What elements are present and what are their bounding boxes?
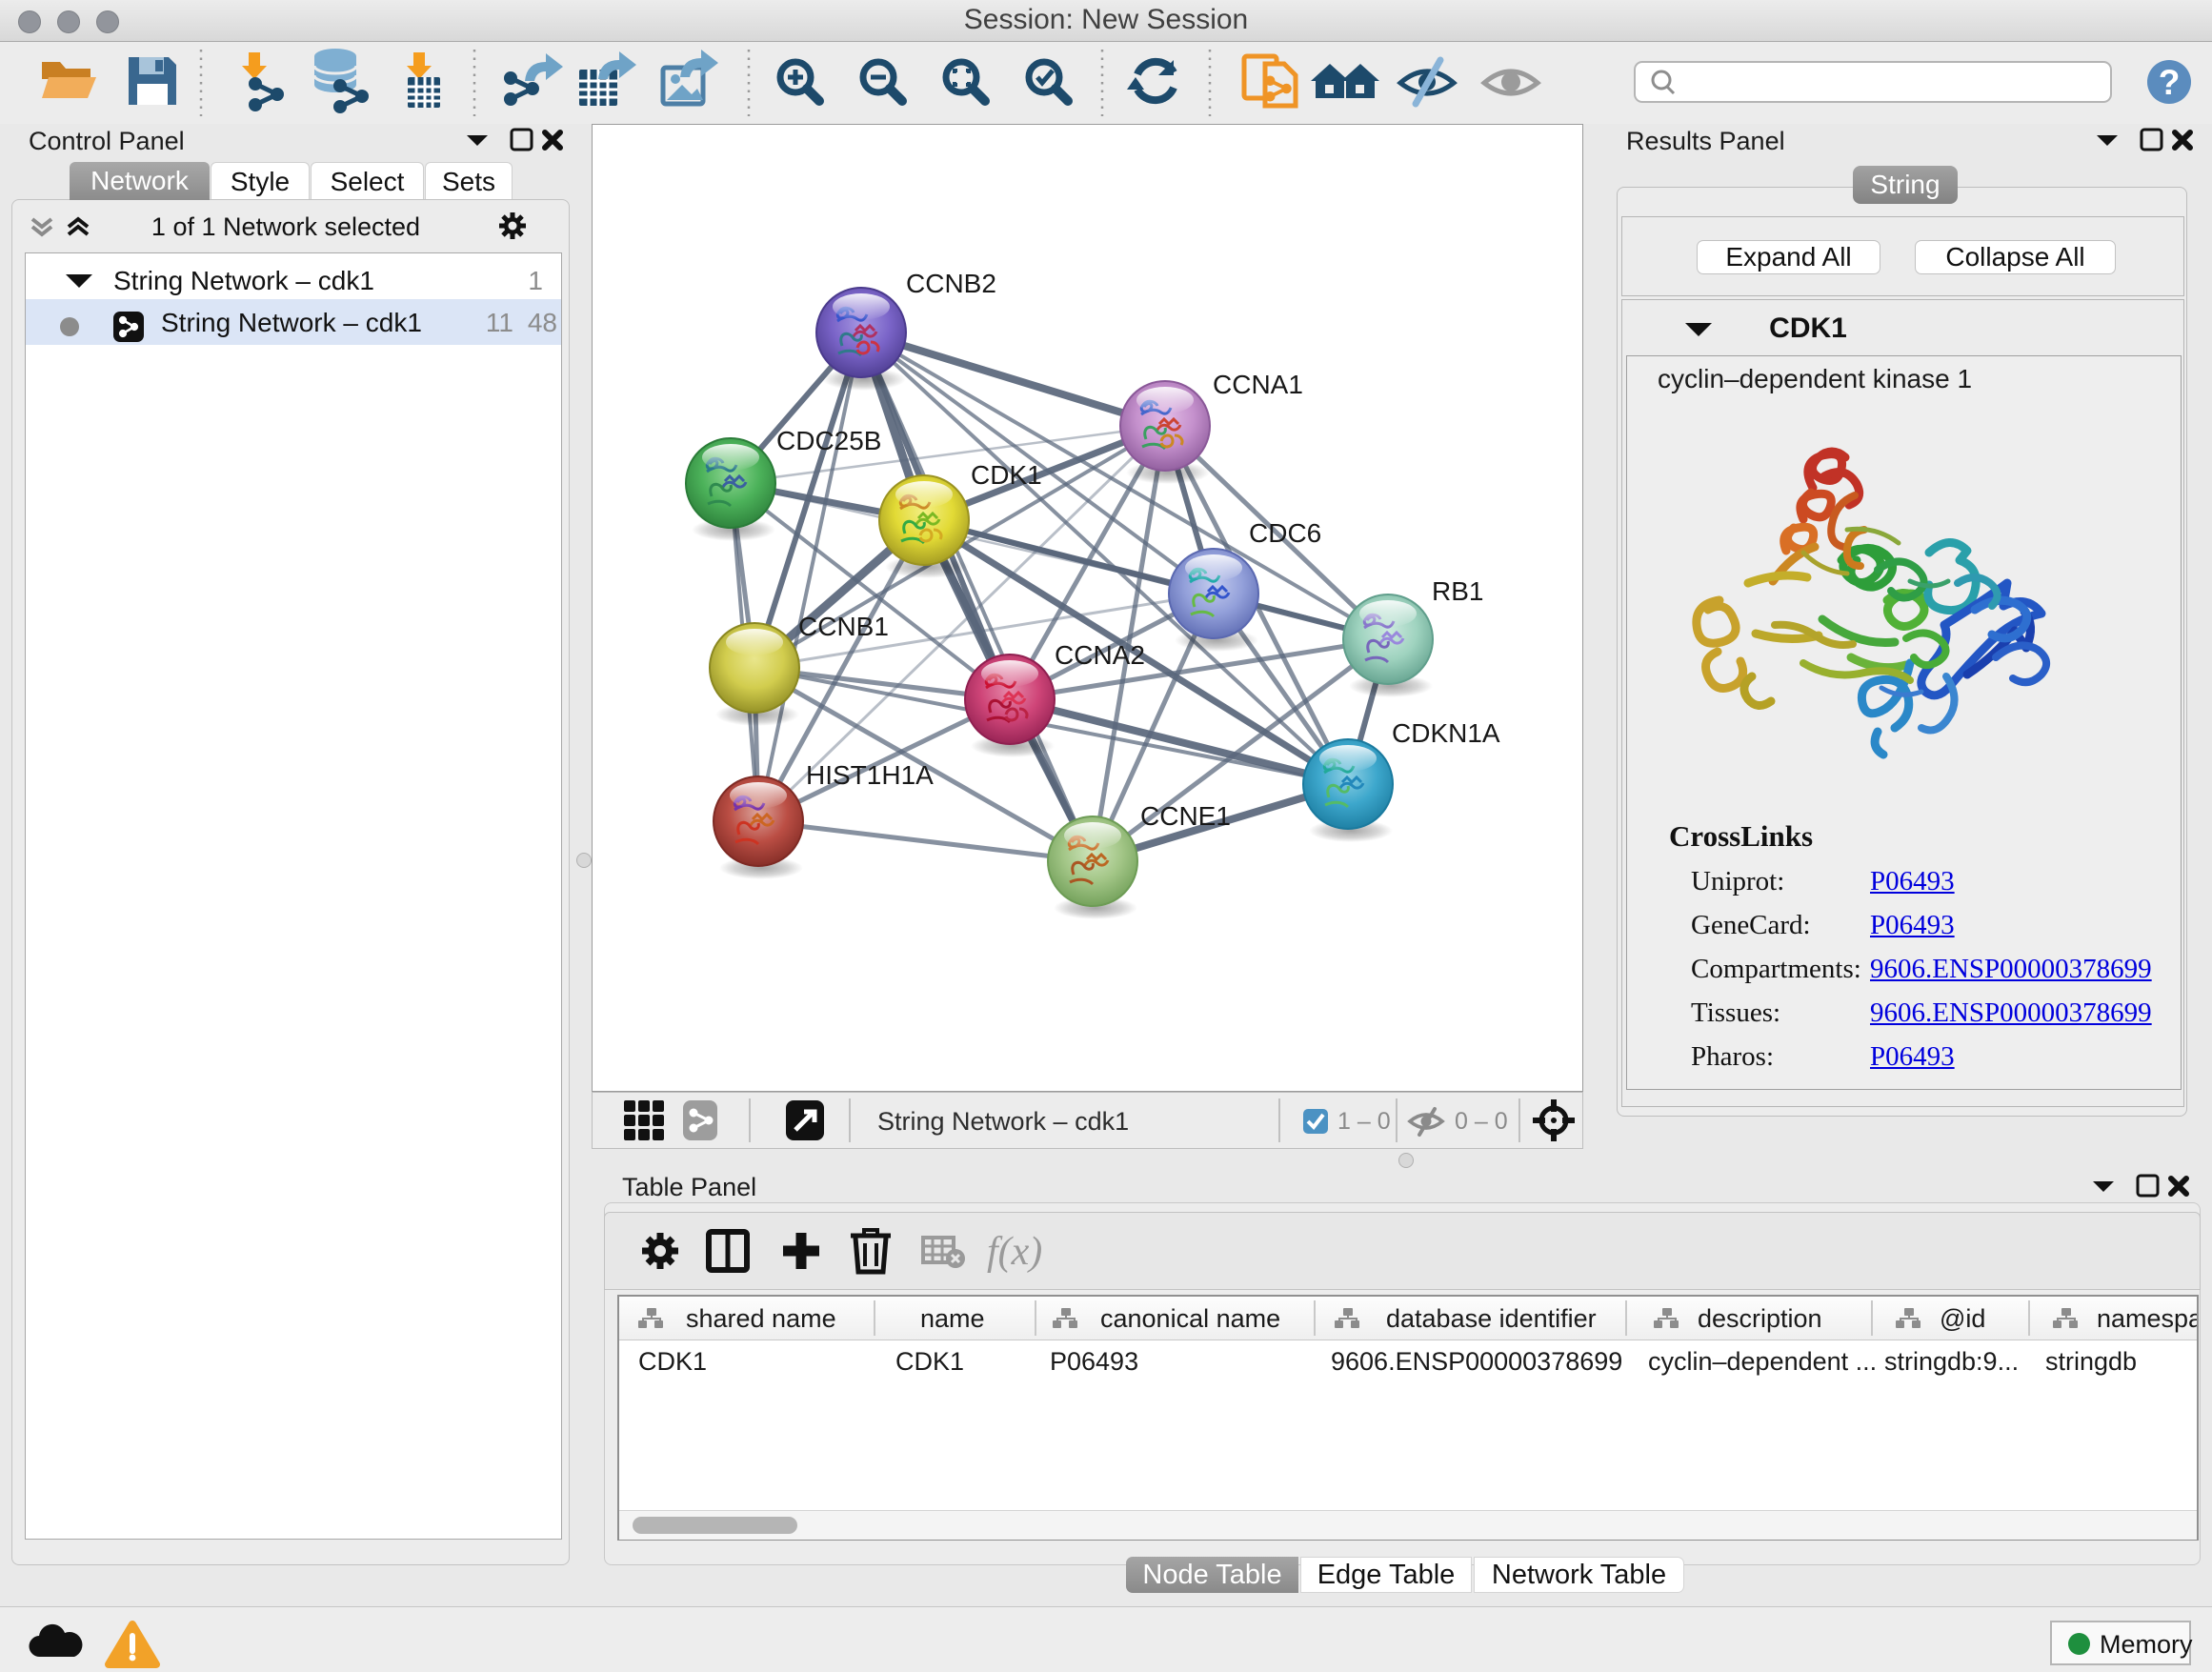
svg-text:CDK1: CDK1 (638, 1347, 707, 1376)
svg-text:CCNE1: CCNE1 (1140, 801, 1231, 831)
svg-text:0 – 0: 0 – 0 (1455, 1108, 1508, 1135)
svg-text:CDC6: CDC6 (1249, 518, 1321, 548)
svg-text:CDC25B: CDC25B (776, 426, 881, 455)
svg-text:cyclin–dependent ...: cyclin–dependent ... (1648, 1347, 1877, 1376)
svg-text:CDK1: CDK1 (971, 460, 1042, 490)
svg-text:f(x): f(x) (987, 1230, 1042, 1274)
svg-text:P06493: P06493 (1050, 1347, 1138, 1376)
svg-text:shared name: shared name (686, 1304, 836, 1333)
svg-text:stringdb:9...: stringdb:9... (1884, 1347, 2019, 1376)
svg-text:database identifier: database identifier (1386, 1304, 1597, 1333)
svg-text:CDK1: CDK1 (895, 1347, 964, 1376)
svg-text:9606.ENSP00000378699: 9606.ENSP00000378699 (1331, 1347, 1622, 1376)
svg-text:RB1: RB1 (1432, 576, 1483, 606)
svg-text:name: name (920, 1304, 985, 1333)
svg-text:canonical name: canonical name (1100, 1304, 1280, 1333)
svg-text:@id: @id (1940, 1304, 1985, 1333)
svg-text:description: description (1698, 1304, 1822, 1333)
svg-text:CCNA1: CCNA1 (1213, 370, 1303, 399)
svg-text:CCNB2: CCNB2 (906, 269, 996, 298)
svg-text:CDKN1A: CDKN1A (1392, 718, 1500, 748)
svg-text:1 – 0: 1 – 0 (1337, 1108, 1391, 1135)
svg-text:CCNA2: CCNA2 (1055, 640, 1145, 670)
svg-text:String Network – cdk1: String Network – cdk1 (877, 1107, 1129, 1136)
svg-text:HIST1H1A: HIST1H1A (806, 760, 934, 790)
svg-text:namespace: namespace (2097, 1304, 2197, 1333)
svg-text:?: ? (2159, 63, 2181, 102)
svg-text:stringdb: stringdb (2045, 1347, 2137, 1376)
svg-text:CCNB1: CCNB1 (798, 612, 889, 641)
